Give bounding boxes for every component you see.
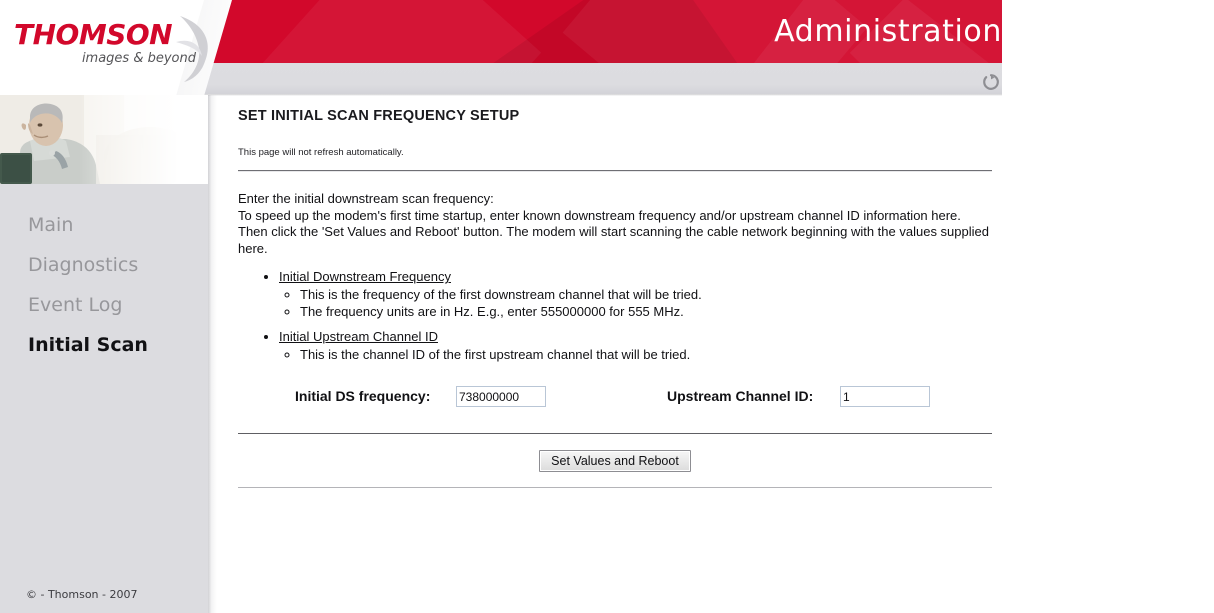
- banner-facet: [258, 0, 542, 63]
- logo-swoosh-icon: [176, 16, 208, 82]
- sidebar-shadow: [208, 95, 217, 613]
- sidebar-item-event-log[interactable]: Event Log: [0, 285, 208, 325]
- scan-settings-form: Initial DS frequency: Upstream Channel I…: [238, 385, 992, 411]
- thomson-logo[interactable]: THOMSON images & beyond: [14, 16, 208, 82]
- header-title: Administration: [774, 14, 1002, 49]
- refresh-spinner-icon[interactable]: [981, 72, 1001, 92]
- upstream-channel-input[interactable]: [840, 386, 930, 408]
- sidebar-nav: Main Diagnostics Event Log Initial Scan: [0, 205, 208, 365]
- intro-line-2: To speed up the modem's first time start…: [238, 207, 961, 223]
- ds-frequency-input[interactable]: [456, 386, 546, 408]
- sidebar-item-diagnostics[interactable]: Diagnostics: [0, 245, 208, 285]
- sidebar: Main Diagnostics Event Log Initial Scan …: [0, 95, 208, 613]
- set-values-and-reboot-button[interactable]: Set Values and Reboot: [539, 450, 691, 473]
- divider-top: [238, 170, 992, 172]
- help-bullet-list: Initial Downstream Frequency This is the…: [238, 269, 994, 363]
- refresh-note: This page will not refresh automatically…: [238, 147, 404, 158]
- sidebar-item-initial-scan[interactable]: Initial Scan: [0, 325, 208, 365]
- sub-bullet: This is the channel ID of the first upst…: [300, 347, 994, 364]
- intro-line-1: Enter the initial downstream scan freque…: [238, 191, 494, 206]
- sub-bullet-list-upstream: This is the channel ID of the first upst…: [279, 347, 994, 364]
- intro-paragraph: Enter the initial downstream scan freque…: [238, 191, 992, 257]
- ds-frequency-label: Initial DS frequency:: [295, 388, 431, 405]
- photo-fade-overlay: [0, 95, 208, 184]
- bullet-item-downstream: Initial Downstream Frequency This is the…: [279, 269, 994, 320]
- intro-line-4: here.: [238, 240, 268, 256]
- divider-below-button: [238, 487, 992, 489]
- sub-bullet: The frequency units are in Hz. E.g., ent…: [300, 304, 994, 321]
- page-title: SET INITIAL SCAN FREQUENCY SETUP: [238, 108, 520, 124]
- sidebar-hero-photo: [0, 95, 208, 184]
- intro-line-3: Then click the 'Set Values and Reboot' b…: [238, 224, 989, 240]
- sidebar-item-main[interactable]: Main: [0, 205, 208, 245]
- bullet-item-upstream: Initial Upstream Channel ID This is the …: [279, 329, 994, 363]
- bullet-label-downstream: Initial Downstream Frequency: [279, 269, 451, 285]
- upstream-channel-label: Upstream Channel ID:: [667, 388, 814, 405]
- sub-bullet: This is the frequency of the first downs…: [300, 287, 994, 304]
- copyright-text: © - Thomson - 2007: [26, 588, 138, 601]
- bullet-label-upstream: Initial Upstream Channel ID: [279, 329, 438, 345]
- page-header: Administration THOMSON images & beyond: [0, 0, 1214, 96]
- sub-bullet-list-downstream: This is the frequency of the first downs…: [279, 287, 994, 320]
- submit-button-area: Set Values and Reboot: [238, 434, 992, 487]
- main-content: SET INITIAL SCAN FREQUENCY SETUP This pa…: [238, 105, 994, 489]
